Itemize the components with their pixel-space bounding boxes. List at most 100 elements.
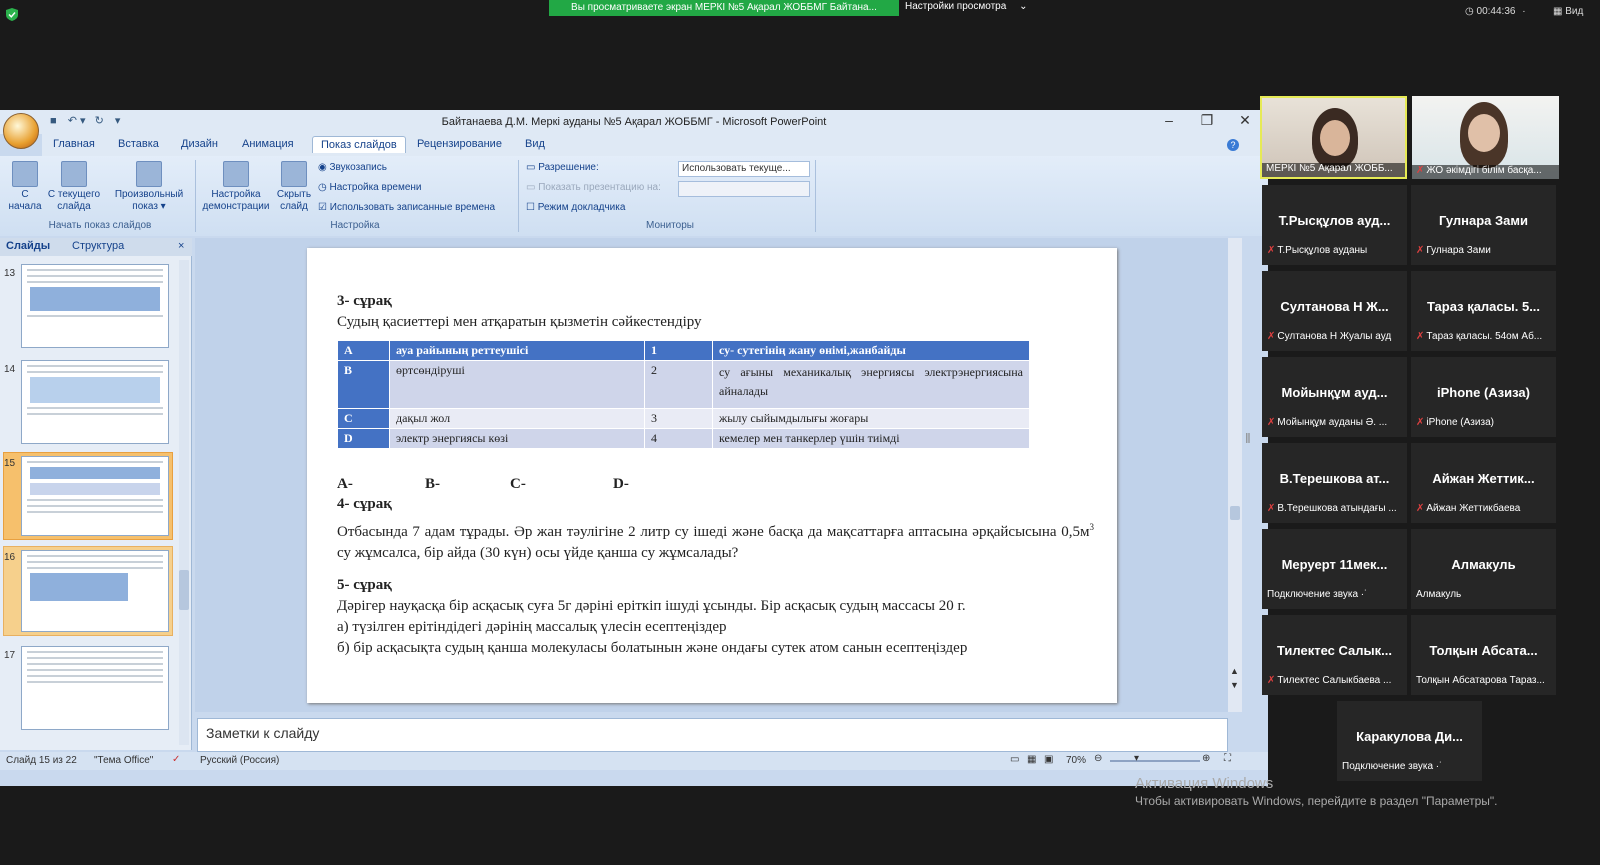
- resolution-select[interactable]: Использовать текуще...: [678, 161, 810, 177]
- table-cell: су- сутегінің жану өнімі,жанбайды: [712, 340, 1030, 361]
- participant-tile[interactable]: Т.Рысқұлов ауд... ✗ Т.Рысқұлов ауданы: [1262, 185, 1407, 265]
- table-cell: жылу сыйымдылығы жоғары: [712, 408, 1030, 429]
- checkbox-unchecked-icon: ☐: [526, 202, 535, 213]
- theme-name[interactable]: "Тема Office": [94, 755, 153, 766]
- zoom-slider[interactable]: [1110, 760, 1200, 762]
- close-icon[interactable]: ✕: [1226, 112, 1264, 129]
- normal-view-icon[interactable]: ▭: [1010, 754, 1019, 765]
- language-indicator[interactable]: Русский (Россия): [200, 755, 279, 766]
- zoom-slider-thumb[interactable]: ▾: [1134, 753, 1139, 764]
- setup-slideshow-button[interactable]: Настройка демонстрации: [200, 161, 272, 213]
- participant-tile[interactable]: В.Терешкова ат... ✗ В.Терешкова атындағы .…: [1262, 443, 1407, 523]
- tab-outline[interactable]: Структура: [72, 240, 124, 252]
- participant-tile[interactable]: Меруерт 11мек... Подключение звука ·˙: [1262, 529, 1407, 609]
- slide-scrollbar[interactable]: ▲ ▼: [1228, 238, 1242, 712]
- custom-show-icon: [136, 161, 162, 187]
- next-slide-icon[interactable]: ▼: [1230, 680, 1239, 690]
- slide-thumbnail-15[interactable]: [21, 456, 169, 536]
- btn-label: слайда: [57, 201, 91, 212]
- participant-tile[interactable]: Гулнара Зами ✗ Гулнара Зами: [1411, 185, 1556, 265]
- participant-tile[interactable]: Алмакуль Алмакуль: [1411, 529, 1556, 609]
- rehearse-timings-button[interactable]: ◷ Настройка времени: [318, 182, 422, 193]
- use-timings-checkbox[interactable]: ☑ Использовать записанные времена: [318, 202, 495, 213]
- slide-thumbnail-16[interactable]: [21, 550, 169, 632]
- scroll-thumb[interactable]: [1230, 506, 1240, 520]
- participant-label-text: Мойынқұм ауданы Ә. ...: [1277, 417, 1388, 428]
- tab-slides[interactable]: Слайды: [6, 240, 50, 252]
- participant-tile[interactable]: Толқын Абсата... Толқын Абсатарова Тараз.…: [1411, 615, 1556, 695]
- sorter-view-icon[interactable]: ▦: [1027, 754, 1036, 765]
- notes-pane[interactable]: Заметки к слайду: [197, 718, 1228, 752]
- slideshow-view-icon[interactable]: ▣: [1044, 754, 1053, 765]
- zoom-level[interactable]: 70%: [1066, 755, 1086, 766]
- participant-tile[interactable]: Каракулова Ди... Подключение звука ·˙: [1337, 701, 1482, 781]
- redo-icon[interactable]: ↻: [95, 115, 104, 127]
- tab-review[interactable]: Рецензирование: [417, 138, 502, 150]
- save-icon[interactable]: ■: [50, 115, 57, 127]
- fit-to-window-icon[interactable]: ⛶: [1224, 753, 1231, 764]
- custom-show-button[interactable]: Произвольный показ ▾: [110, 161, 188, 213]
- start-from-current-button[interactable]: С текущего слайда: [46, 161, 102, 213]
- participant-tile[interactable]: Мойынқұм ауд... ✗ Мойынқұм ауданы Ә. ...: [1262, 357, 1407, 437]
- undo-icon[interactable]: ↶: [68, 115, 77, 127]
- start-from-beginning-button[interactable]: С начала: [6, 161, 44, 213]
- tab-animation[interactable]: Анимация: [242, 138, 294, 150]
- view-settings-menu[interactable]: Настройки просмотра ⌄: [905, 0, 1045, 16]
- table-row: B өртсөндіруші 2 су ағыны механикалық эн…: [337, 360, 1030, 409]
- participant-label: ✗ Мойынқұм ауданы Ә. ...: [1267, 417, 1405, 428]
- participant-tile[interactable]: Султанова Н Ж... ✗ Султанова Н Жуалы ауд: [1262, 271, 1407, 351]
- minimize-icon[interactable]: –: [1150, 112, 1188, 128]
- slide-thumbnail-13[interactable]: [21, 264, 169, 348]
- spellcheck-icon[interactable]: ✓: [172, 754, 180, 765]
- prev-slide-icon[interactable]: ▲: [1230, 666, 1239, 676]
- participant-name: Султанова Н Ж...: [1280, 299, 1389, 314]
- participant-label: ✗ iPhone (Азиза): [1416, 417, 1554, 428]
- tab-design[interactable]: Дизайн: [181, 138, 218, 150]
- q5-title: 5- сұрақ: [337, 577, 392, 593]
- pane-scrollbar[interactable]: [179, 260, 189, 745]
- tab-home[interactable]: Главная: [53, 138, 95, 150]
- slide-thumbnail-17[interactable]: [21, 646, 169, 730]
- thumb-number: 13: [4, 268, 16, 279]
- record-narration-button[interactable]: ◉ Звукозапись: [318, 162, 387, 173]
- muted-mic-icon: ✗: [1267, 245, 1276, 256]
- participant-label: Алмакуль: [1416, 589, 1554, 600]
- close-pane-icon[interactable]: ×: [178, 240, 184, 252]
- view-label: Вид: [1565, 6, 1584, 17]
- group-separator: [518, 160, 519, 232]
- q4-text: Отбасында 7 адам тұрады. Әр жан тәулігін…: [337, 517, 1094, 564]
- participant-label: ✗ Тараз қаласы. 54ом Аб...: [1416, 331, 1554, 342]
- participant-tile[interactable]: Айжан Жеттик... ✗ Айжан Жеттикбаева: [1411, 443, 1556, 523]
- zoom-out-icon[interactable]: ⊖: [1094, 753, 1102, 764]
- customize-qat-icon[interactable]: ▾: [115, 115, 121, 127]
- zoom-in-icon[interactable]: ⊕: [1202, 753, 1210, 764]
- tab-insert[interactable]: Вставка: [118, 138, 159, 150]
- hide-slide-button[interactable]: Скрыть слайд: [276, 161, 312, 213]
- slideshow-current-icon: [61, 161, 87, 187]
- participant-label: ✗ Т.Рысқұлов ауданы: [1267, 245, 1405, 256]
- pane-tabs: Слайды Структура ×: [0, 238, 192, 256]
- restore-icon[interactable]: ❐: [1188, 112, 1226, 129]
- participant-tile[interactable]: iPhone (Азиза) ✗ iPhone (Азиза): [1411, 357, 1556, 437]
- view-settings-label: Настройки просмотра: [905, 1, 1007, 12]
- participant-tile[interactable]: Тараз қаласы. 5... ✗ Тараз қаласы. 54ом Аб…: [1411, 271, 1556, 351]
- chevron-down-icon: ⌄: [1019, 1, 1028, 12]
- help-icon[interactable]: ?: [1227, 139, 1239, 151]
- answer-a: A-: [337, 476, 353, 492]
- dropdown-icon[interactable]: ▾: [80, 115, 86, 127]
- muted-mic-icon: ✗: [1416, 417, 1425, 428]
- tab-slideshow[interactable]: Показ слайдов: [312, 136, 406, 153]
- slide-thumbnail-14[interactable]: [21, 360, 169, 444]
- tab-view[interactable]: Вид: [525, 138, 545, 150]
- video-tile-active-speaker[interactable]: МЕРКІ №5 Ақарал ЖОББ...: [1260, 96, 1407, 179]
- scroll-thumb[interactable]: [179, 570, 189, 610]
- presenter-view-checkbox[interactable]: ☐ Режим докладчика: [526, 202, 625, 213]
- participant-tile[interactable]: Тилектес Салык... ✗ Тилектес Салыкбаева ..…: [1262, 615, 1407, 695]
- show-on-select[interactable]: [678, 181, 810, 197]
- gallery-resize-handle[interactable]: ‖: [1245, 430, 1251, 446]
- view-button[interactable]: ▦ Вид: [1553, 6, 1583, 17]
- video-tile-participant[interactable]: ✗ ЖО әкімдігі білім басқа...: [1412, 96, 1559, 179]
- current-slide[interactable]: 3- сұрақ Судың қасиеттері мен атқаратын …: [307, 248, 1117, 703]
- office-button[interactable]: [3, 113, 39, 149]
- table-cell: су ағыны механикалық энергиясы электрэне…: [712, 360, 1030, 409]
